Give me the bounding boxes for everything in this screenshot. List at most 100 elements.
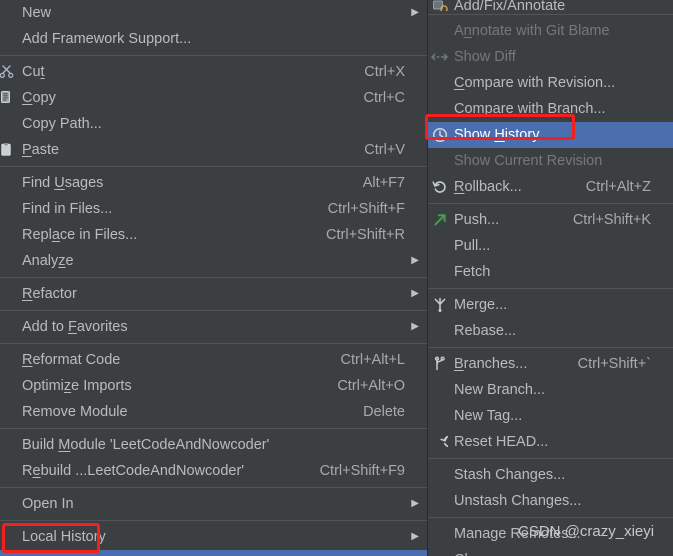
menu-item-annotate-with-git-blame: Annotate with Git Blame: [428, 18, 673, 44]
menu-item-add-to-favorites[interactable]: Add to Favorites ▶: [0, 314, 427, 340]
menu-item-open-in[interactable]: Open In ▶: [0, 491, 427, 517]
menu-separator: [0, 428, 427, 429]
menu-item-refactor[interactable]: Refactor ▶: [0, 281, 427, 307]
cut-icon: [0, 59, 20, 85]
merge-icon: [428, 292, 452, 318]
menu-item-compare-with-revision[interactable]: Compare with Revision...: [428, 70, 673, 96]
menu-item-shortcut: Ctrl+Shift+F9: [319, 463, 405, 479]
menu-item-label: Find in Files...: [22, 201, 113, 217]
menu-item-show-history[interactable]: Show History: [428, 122, 673, 148]
menu-item-local-history[interactable]: Local History ▶: [0, 524, 427, 550]
menu-item-icon-slot: [428, 259, 452, 285]
menu-item-stash-changes[interactable]: Stash Changes...: [428, 462, 673, 488]
menu-separator: [428, 458, 673, 459]
submenu-arrow-icon: ▶: [411, 7, 419, 18]
menu-item-analyze[interactable]: Analyze ▶: [0, 248, 427, 274]
menu-item-label: Find Usages: [22, 175, 104, 191]
menu-item-label: New: [22, 5, 52, 21]
menu-item-label: Show Diff: [454, 49, 516, 65]
menu-item-label: Compare with Branch...: [454, 101, 606, 117]
menu-item-shortcut: Ctrl+Shift+K: [572, 212, 651, 228]
menu-item-label: Cut: [22, 64, 45, 80]
menu-separator: [0, 277, 427, 278]
menu-item-new-branch[interactable]: New Branch...: [428, 377, 673, 403]
menu-item-pull[interactable]: Pull...: [428, 233, 673, 259]
menu-item-reset-head[interactable]: Reset HEAD...: [428, 429, 673, 455]
menu-item-label: Pull...: [454, 238, 491, 254]
menu-item-icon-slot: [0, 170, 20, 196]
menu-item-shortcut: Ctrl+Shift+R: [326, 227, 405, 243]
menu-item-icon-slot: [0, 524, 20, 550]
menu-item-rebuild-leetcodeandnowcoder[interactable]: Rebuild ...LeetCodeAndNowcoder' Ctrl+Shif…: [0, 458, 427, 484]
menu-item-label: Local History: [22, 529, 106, 545]
menu-item-replace-in-files[interactable]: Replace in Files... Ctrl+Shift+R: [0, 222, 427, 248]
menu-item-remove-module[interactable]: Remove Module Delete: [0, 399, 427, 425]
menu-item-icon-slot: [428, 462, 452, 488]
menu-item-unstash-changes[interactable]: Unstash Changes...: [428, 488, 673, 514]
rollback-icon: [428, 174, 452, 200]
menu-item-rebase[interactable]: Rebase...: [428, 318, 673, 344]
reset-head-icon: [428, 429, 452, 455]
menu-item-label: Analyze: [22, 253, 74, 269]
menu-item-label: Annotate with Git Blame: [454, 23, 610, 39]
paste-icon: [0, 137, 20, 163]
menu-item-icon-slot: [428, 403, 452, 429]
menu-item-icon-slot: [428, 70, 452, 96]
copy-icon: [0, 85, 20, 111]
menu-item-build-module-leetcodeandnowcoder[interactable]: Build Module 'LeetCodeAndNowcoder': [0, 432, 427, 458]
menu-item-new[interactable]: New ▶: [0, 0, 427, 26]
menu-item-optimize-imports[interactable]: Optimize Imports Ctrl+Alt+O: [0, 373, 427, 399]
menu-item-new-tag[interactable]: New Tag...: [428, 403, 673, 429]
menu-separator: [0, 166, 427, 167]
menu-item-find-usages[interactable]: Find Usages Alt+F7: [0, 170, 427, 196]
menu-item-shortcut: Delete: [363, 404, 405, 420]
submenu-arrow-icon: ▶: [411, 255, 419, 266]
menu-item-icon-slot: [0, 373, 20, 399]
menu-item-show-diff: Show Diff: [428, 44, 673, 70]
branch-icon: [428, 351, 452, 377]
menu-item-icon-slot: [428, 233, 452, 259]
menu-item-shortcut: Ctrl+Alt+O: [337, 378, 405, 394]
menu-item-copy-path[interactable]: Copy Path...: [0, 111, 427, 137]
menu-item-reformat-code[interactable]: Reformat Code Ctrl+Alt+L: [0, 347, 427, 373]
menu-separator: [0, 310, 427, 311]
menu-item-label: Branches...: [454, 356, 528, 372]
menu-item-compare-with-branch[interactable]: Compare with Branch...: [428, 96, 673, 122]
menu-item-paste[interactable]: Paste Ctrl+V: [0, 137, 427, 163]
submenu-arrow-icon: ▶: [411, 498, 419, 509]
menu-item-label: Reset HEAD...: [454, 434, 549, 450]
menu-item-add-fix-annotate[interactable]: Add/Fix/Annotate: [428, 0, 673, 11]
git-submenu[interactable]: Add/Fix/Annotate Annotate with Git Blame S…: [428, 0, 673, 556]
menu-item-label: Build Module 'LeetCodeAndNowcoder': [22, 437, 270, 453]
menu-item-manage-remotes[interactable]: Manage Remotes...: [428, 521, 673, 547]
menu-item-clone[interactable]: Clone...: [428, 547, 673, 556]
menu-item-icon-slot: [0, 0, 20, 26]
menu-item-label: Stash Changes...: [454, 467, 566, 483]
add-icon: [428, 0, 452, 11]
menu-item-shortcut: Ctrl+V: [364, 142, 405, 158]
editor-context-menu[interactable]: New ▶ Add Framework Support... Cut Ctrl+X Cop…: [0, 0, 428, 556]
menu-item-label: Reformat Code: [22, 352, 121, 368]
menu-item-icon-slot: [0, 550, 20, 556]
menu-item-cut[interactable]: Cut Ctrl+X: [0, 59, 427, 85]
menu-item-fetch[interactable]: Fetch: [428, 259, 673, 285]
menu-item-label: Fetch: [454, 264, 491, 280]
menu-separator: [0, 343, 427, 344]
menu-item-push[interactable]: Push... Ctrl+Shift+K: [428, 207, 673, 233]
menu-item-git[interactable]: Git▶: [0, 550, 427, 556]
menu-item-branches[interactable]: Branches... Ctrl+Shift+`: [428, 351, 673, 377]
menu-item-label: Add to Favorites: [22, 319, 128, 335]
menu-item-rollback[interactable]: Rollback... Ctrl+Alt+Z: [428, 174, 673, 200]
diff-icon: [428, 44, 452, 70]
menu-item-icon-slot: [428, 148, 452, 174]
screenshot-root: New ▶ Add Framework Support... Cut Ctrl+X Cop…: [0, 0, 673, 556]
menu-separator: [0, 55, 427, 56]
menu-item-copy[interactable]: Copy Ctrl+C: [0, 85, 427, 111]
menu-item-label: Open In: [22, 496, 74, 512]
menu-item-icon-slot: [0, 432, 20, 458]
menu-item-merge[interactable]: Merge...: [428, 292, 673, 318]
menu-item-label: Push...: [454, 212, 500, 228]
menu-item-add-framework-support[interactable]: Add Framework Support...: [0, 26, 427, 52]
menu-item-find-in-files[interactable]: Find in Files... Ctrl+Shift+F: [0, 196, 427, 222]
menu-item-icon-slot: [0, 491, 20, 517]
